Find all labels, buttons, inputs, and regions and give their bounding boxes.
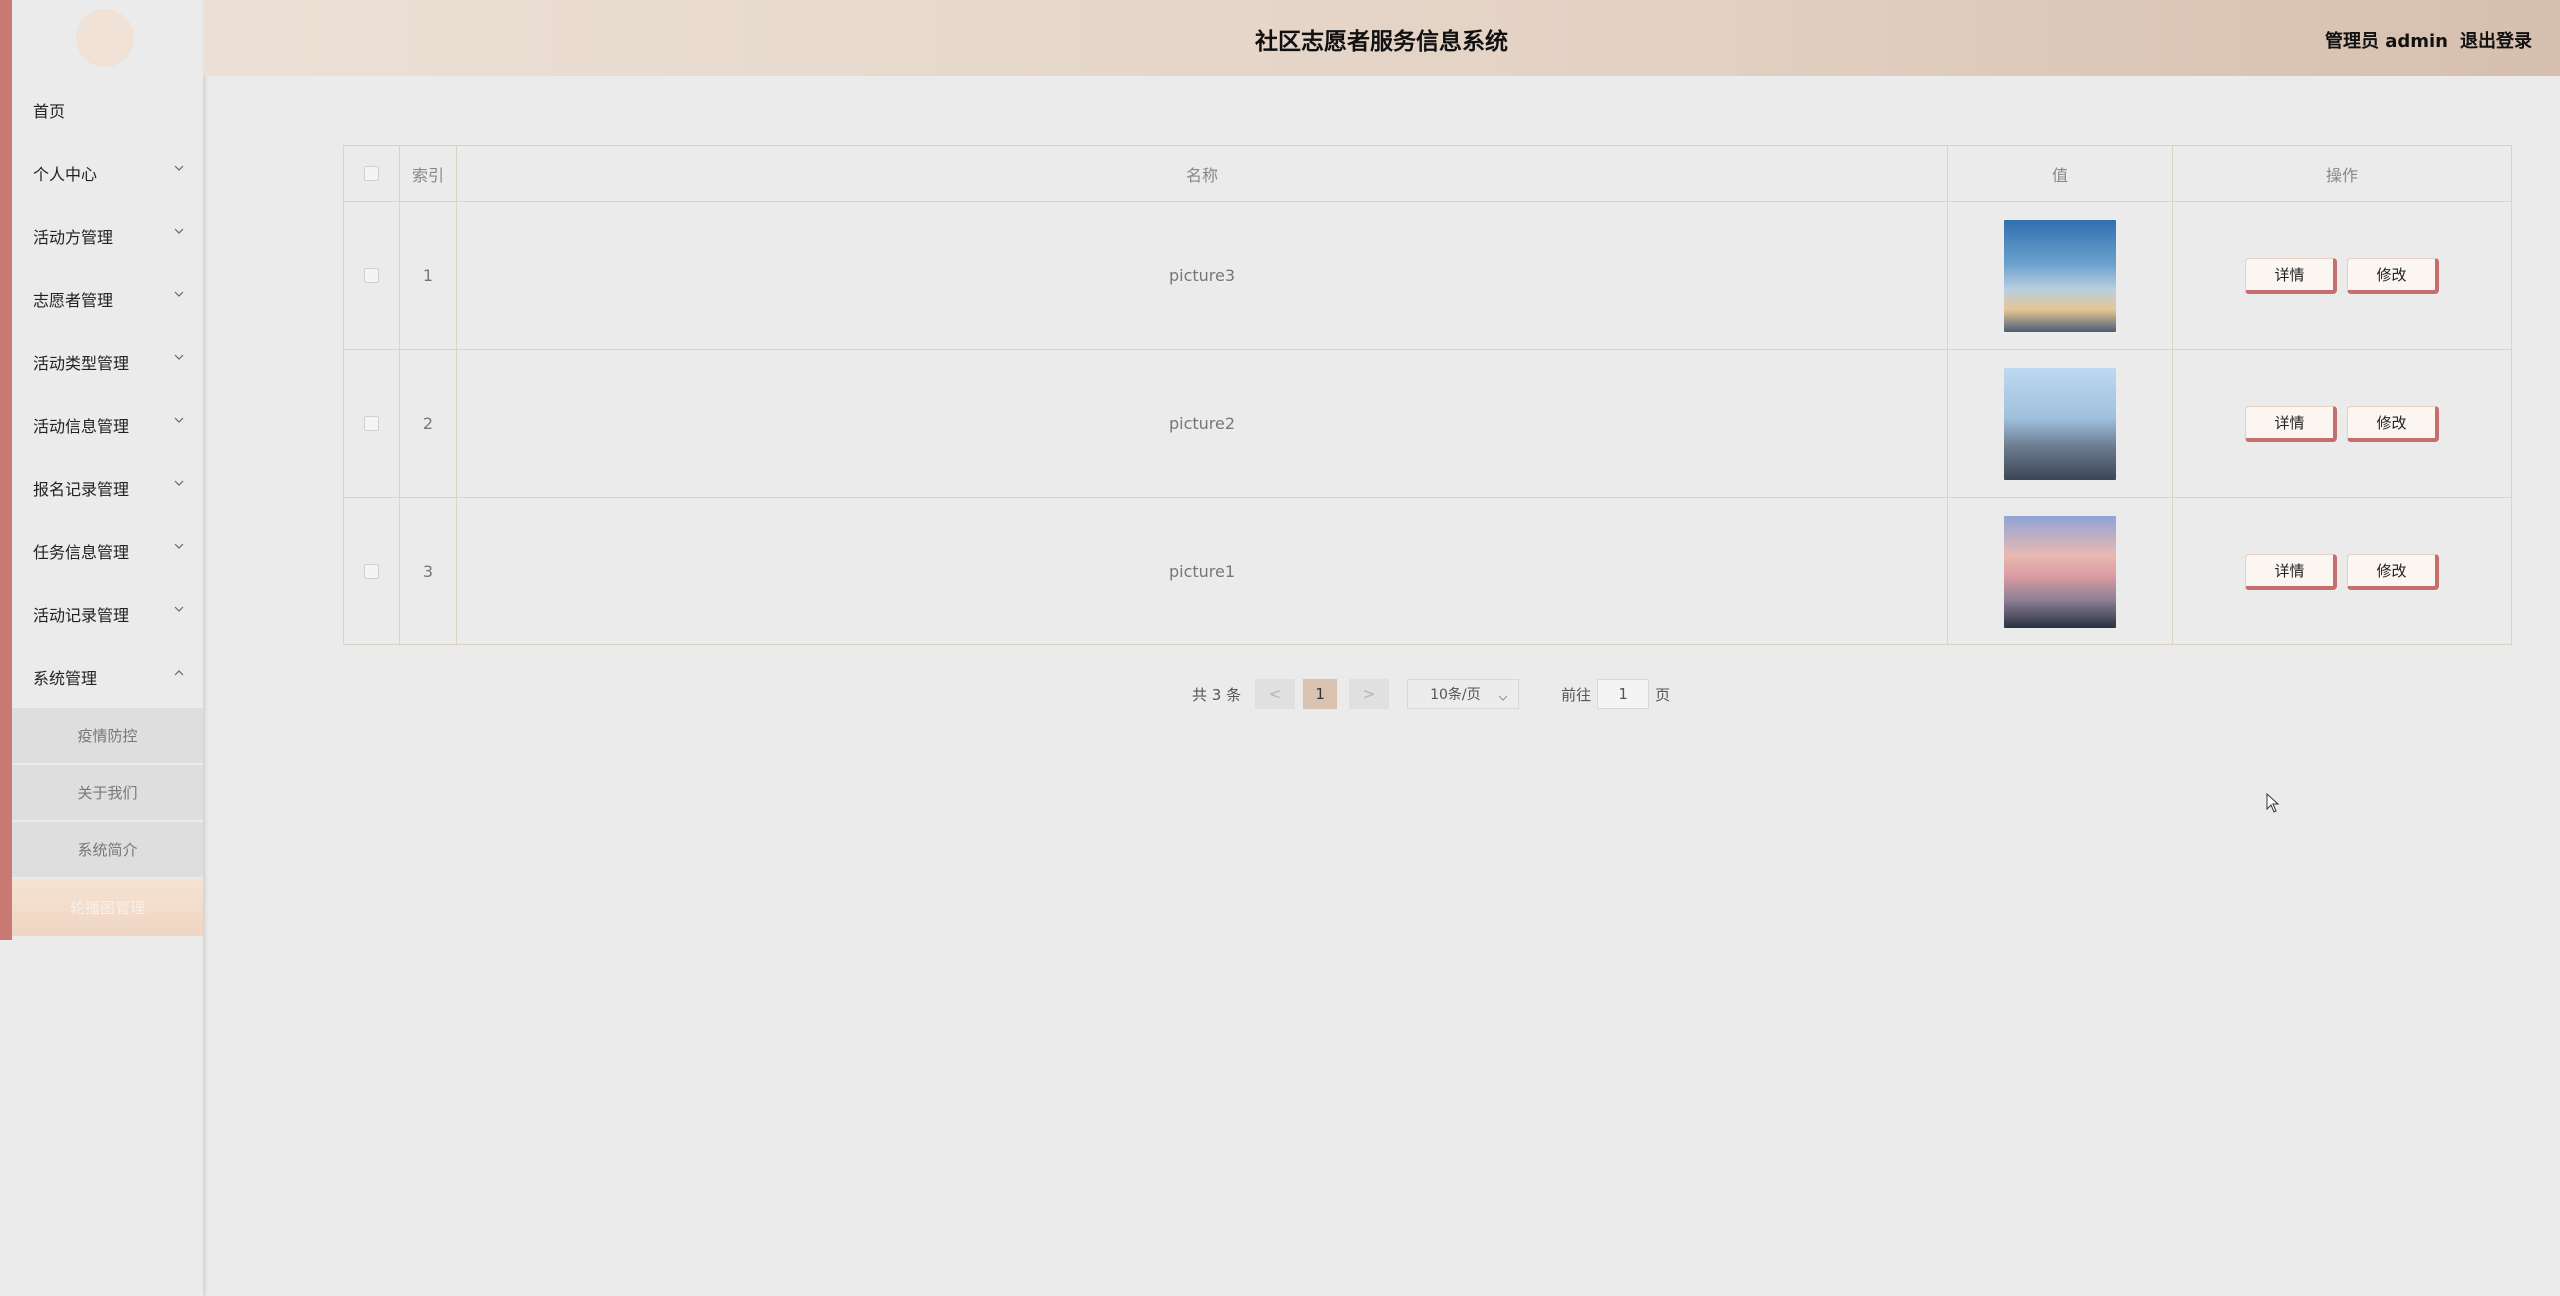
sidebar-item-label: 系统管理 — [33, 668, 98, 688]
thumbnail-image[interactable] — [2004, 367, 2116, 480]
goto-label: 前往 — [1561, 685, 1592, 704]
header-ops: 操作 — [2325, 165, 2358, 185]
row-name: picture1 — [457, 498, 1948, 645]
row-value-cell — [1948, 202, 2173, 349]
submenu-item-label: 轮播图管理 — [69, 899, 145, 917]
sidebar-item-signup-record[interactable]: 报名记录管理 — [12, 456, 203, 519]
edit-button[interactable]: 修改 — [2347, 257, 2439, 294]
header-name: 名称 — [457, 146, 1948, 201]
row-name: picture2 — [457, 350, 1948, 497]
sidebar-item-system[interactable]: 系统管理 — [12, 645, 203, 708]
sidebar-item-label: 志愿者管理 — [33, 290, 114, 310]
row-check-cell — [344, 350, 400, 497]
sidebar-item-label: 首页 — [33, 101, 66, 121]
logout-button[interactable]: 退出登录 — [2460, 27, 2532, 53]
detail-button[interactable]: 详情 — [2245, 257, 2337, 294]
row-value-cell — [1948, 350, 2173, 497]
row-check-cell — [344, 498, 400, 645]
pagination-total: 共 3 条 — [1192, 685, 1242, 704]
row-name: picture3 — [457, 202, 1948, 349]
row-index: 3 — [400, 498, 457, 645]
sidebar-item-activity-info[interactable]: 活动信息管理 — [12, 393, 203, 456]
chevron-down-icon — [1498, 690, 1508, 706]
chevron-down-icon — [174, 480, 184, 489]
chevron-down-icon — [174, 291, 184, 300]
chevron-up-icon — [174, 669, 184, 678]
header-user-area: 管理员 admin 退出登录 — [2325, 27, 2532, 53]
thumbnail-image[interactable] — [2004, 515, 2116, 628]
sidebar-item-label: 活动信息管理 — [33, 416, 130, 436]
edit-button[interactable]: 修改 — [2347, 553, 2439, 590]
submenu-item-system-intro[interactable]: 系统简介 — [12, 822, 203, 879]
submenu-item-carousel[interactable]: 轮播图管理 — [12, 879, 203, 936]
select-all-checkbox[interactable] — [364, 166, 379, 181]
chevron-down-icon — [174, 165, 184, 174]
chevron-down-icon — [174, 543, 184, 552]
page-suffix: 页 — [1655, 685, 1671, 704]
header-check-cell — [344, 146, 400, 201]
sidebar-item-task-info[interactable]: 任务信息管理 — [12, 519, 203, 582]
row-check-cell — [344, 202, 400, 349]
thumbnail-image[interactable] — [2004, 219, 2116, 332]
row-ops-cell: 详情 修改 — [2173, 350, 2511, 497]
sidebar-item-label: 活动记录管理 — [33, 605, 130, 625]
pagination-prev-button[interactable]: < — [1255, 679, 1296, 709]
edit-button[interactable]: 修改 — [2347, 405, 2439, 442]
page-title: 社区志愿者服务信息系统 — [1255, 29, 1508, 55]
table-row: 1 picture3 详情 修改 — [344, 202, 2511, 350]
avatar[interactable] — [76, 9, 134, 67]
chevron-down-icon — [174, 354, 184, 363]
sidebar-accent-strip — [0, 0, 12, 940]
row-value-cell — [1948, 498, 2173, 645]
goto-page-input[interactable]: 1 — [1597, 679, 1650, 709]
pagination: 共 3 条 < 1 > 10条/页 前往 1 页 — [1192, 679, 1670, 709]
sidebar-item-label: 活动方管理 — [33, 227, 114, 247]
pagination-page-1[interactable]: 1 — [1303, 679, 1338, 709]
row-index: 2 — [400, 350, 457, 497]
submenu-item-epidemic[interactable]: 疫情防控 — [12, 708, 203, 765]
submenu-item-label: 关于我们 — [77, 784, 138, 802]
chevron-down-icon — [174, 417, 184, 426]
row-checkbox[interactable] — [364, 564, 379, 579]
submenu-item-label: 疫情防控 — [77, 727, 138, 745]
sidebar-item-home[interactable]: 首页 — [12, 78, 203, 141]
sidebar-menu: 首页 个人中心 活动方管理 志愿者管理 活动类型管理 活动信息管理 报名记录管理… — [12, 78, 203, 936]
sidebar-item-personal-center[interactable]: 个人中心 — [12, 141, 203, 204]
header-value: 值 — [1948, 146, 2173, 201]
sidebar-item-activity-type[interactable]: 活动类型管理 — [12, 330, 203, 393]
row-checkbox[interactable] — [364, 268, 379, 283]
page-size-value: 10条/页 — [1430, 687, 1481, 703]
chevron-down-icon — [174, 606, 184, 615]
sidebar-item-volunteer[interactable]: 志愿者管理 — [12, 267, 203, 330]
table-header-row: 索引 名称 值 操作 — [344, 146, 2511, 202]
header-index: 索引 — [400, 146, 457, 201]
mouse-cursor-icon — [2266, 792, 2280, 817]
row-index: 1 — [400, 202, 457, 349]
submenu-item-about-us[interactable]: 关于我们 — [12, 765, 203, 822]
detail-button[interactable]: 详情 — [2245, 553, 2337, 590]
table-row: 3 picture1 详情 修改 — [344, 498, 2511, 645]
page-size-select[interactable]: 10条/页 — [1407, 679, 1520, 709]
data-table: 索引 名称 值 操作 1 picture3 详情 修改 2 picture2 详情… — [343, 145, 2512, 645]
row-ops-cell: 详情 修改 — [2173, 202, 2511, 349]
sidebar-item-label: 活动类型管理 — [33, 353, 130, 373]
top-header: 社区志愿者服务信息系统 管理员 admin 退出登录 — [203, 0, 2560, 76]
pagination-next-button[interactable]: > — [1349, 679, 1390, 709]
submenu-item-label: 系统简介 — [77, 841, 138, 859]
sidebar-item-label: 报名记录管理 — [33, 479, 130, 499]
table-row: 2 picture2 详情 修改 — [344, 350, 2511, 498]
detail-button[interactable]: 详情 — [2245, 405, 2337, 442]
row-checkbox[interactable] — [364, 416, 379, 431]
sidebar: 首页 个人中心 活动方管理 志愿者管理 活动类型管理 活动信息管理 报名记录管理… — [0, 0, 203, 1296]
sidebar-item-activity-record[interactable]: 活动记录管理 — [12, 582, 203, 645]
user-label: 管理员 admin — [2324, 31, 2448, 52]
chevron-down-icon — [174, 228, 184, 237]
sidebar-item-label: 任务信息管理 — [33, 542, 130, 562]
row-ops-cell: 详情 修改 — [2173, 498, 2511, 645]
sidebar-item-label: 个人中心 — [33, 164, 98, 184]
sidebar-item-organizer[interactable]: 活动方管理 — [12, 204, 203, 267]
